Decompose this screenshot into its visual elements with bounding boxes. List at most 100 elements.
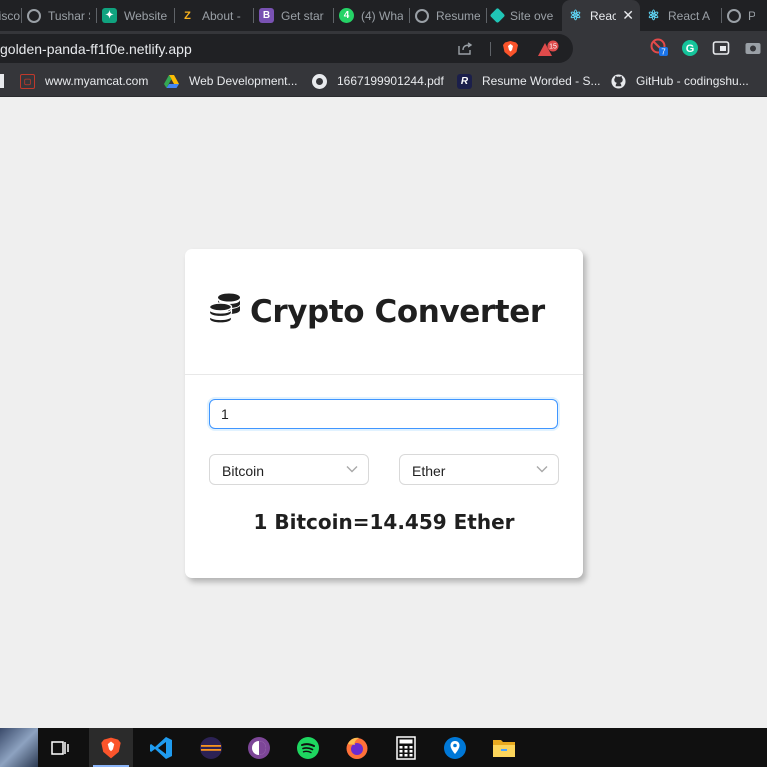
globe-icon (727, 8, 741, 23)
bookmark-label: Web Development... (189, 74, 298, 88)
tab-label: Disco (0, 8, 21, 23)
url-text[interactable]: golden-panda-ff1f0e.netlify.app (0, 41, 192, 57)
tab-resume[interactable]: Resume (409, 0, 486, 31)
grammarly-icon[interactable]: G (681, 39, 699, 57)
taskbar-tor[interactable] (237, 728, 281, 767)
converter-card: Crypto Converter Bitcoin Ether 1 Bitcoin… (185, 249, 583, 578)
task-view-icon (51, 740, 69, 755)
browser-tab-strip: Disco Tushar S ✦ Website Z About - B Get… (0, 0, 767, 31)
tab-label: About - (202, 8, 241, 23)
taskbar-calculator[interactable] (384, 728, 428, 767)
result-to: 14.459 Ether (369, 510, 515, 534)
tab-label: Reac (590, 8, 617, 23)
whatsapp-icon: 4 (339, 8, 354, 23)
chevron-down-icon (536, 466, 548, 473)
extension-badge: 7 (661, 48, 666, 57)
address-bar[interactable]: golden-panda-ff1f0e.netlify.app 15 (0, 34, 573, 63)
bootstrap-icon: B (259, 8, 274, 23)
tab-pra[interactable]: Pra (721, 0, 761, 31)
react-icon: ⚛ (647, 7, 660, 23)
from-currency-select[interactable]: Bitcoin (209, 454, 369, 485)
result-from: 1 Bitcoin (253, 510, 353, 534)
close-tab-icon[interactable]: ✕ (616, 7, 634, 24)
bookmark-resume-worded[interactable]: R Resume Worded - S... (457, 72, 601, 90)
tab-label: React A (668, 8, 711, 23)
bookmark-label: www.myamcat.com (45, 74, 149, 88)
page-title: Crypto Converter (250, 294, 545, 330)
svg-text:G: G (686, 43, 695, 55)
zoho-icon: Z (184, 9, 191, 22)
tab-discord[interactable]: Disco (0, 0, 21, 31)
browser-toolbar: golden-panda-ff1f0e.netlify.app 15 7 G (0, 31, 767, 66)
sidebar-icon[interactable] (712, 39, 730, 57)
globe-icon (312, 73, 327, 89)
bookmark-github[interactable]: GitHub - codingshu... (611, 72, 749, 90)
card-header: Crypto Converter (185, 249, 583, 375)
tab-label: Site ove (510, 8, 554, 23)
eclipse-icon (200, 736, 222, 759)
file-explorer-icon (493, 739, 515, 757)
bookmark-label: GitHub - codingshu... (636, 74, 749, 88)
tab-site-overview[interactable]: Site ove (486, 0, 562, 31)
taskbar-task-view[interactable] (38, 728, 82, 767)
tab-website[interactable]: ✦ Website (96, 0, 174, 31)
brave-shields-icon[interactable] (502, 40, 519, 58)
tab-react-active[interactable]: ⚛ Reac ✕ (562, 0, 640, 31)
github-icon (611, 73, 626, 89)
tab-label: Pra (748, 8, 755, 23)
bookmark-web-development[interactable]: Web Development... (164, 72, 298, 90)
tab-label: (4) Wha (361, 8, 403, 23)
calculator-icon (396, 735, 416, 760)
taskbar-vscode[interactable] (139, 728, 183, 767)
bookmarks-bar: ▢ www.myamcat.com Web Development... 166… (0, 66, 767, 97)
myamcat-icon: ▢ (20, 73, 35, 89)
bookmark-label: Resume Worded - S... (482, 74, 601, 88)
selected-value: Bitcoin (222, 463, 265, 479)
globe-icon (415, 8, 429, 23)
rewards-badge: 15 (549, 44, 557, 51)
taskbar-eclipse[interactable] (189, 728, 233, 767)
apps-icon (0, 74, 4, 88)
taskbar-file-explorer[interactable] (482, 728, 526, 767)
tab-whatsapp[interactable]: 4 (4) Wha (333, 0, 409, 31)
tab-label: Website (124, 8, 168, 23)
taskbar-maps[interactable] (433, 728, 477, 767)
chatgpt-icon: ✦ (102, 8, 117, 23)
tab-get-started[interactable]: B Get star (253, 0, 333, 31)
brave-icon (101, 737, 121, 758)
netlify-icon (489, 7, 506, 24)
tab-tushar[interactable]: Tushar S (21, 0, 96, 31)
bookmark-apps[interactable] (0, 72, 4, 90)
coins-icon (208, 293, 240, 324)
bookmark-myamcat[interactable]: ▢ www.myamcat.com (20, 72, 148, 90)
tab-about[interactable]: Z About - (174, 0, 253, 31)
selected-value: Ether (412, 463, 446, 479)
taskbar-spotify[interactable] (286, 728, 330, 767)
react-icon: ⚛ (569, 7, 582, 23)
tor-icon (248, 736, 270, 759)
bookmark-pdf[interactable]: 1667199901244.pdf (312, 72, 444, 90)
firefox-icon (346, 737, 368, 759)
bookmark-label: 1667199901244.pdf (337, 74, 444, 88)
tab-label: Get star (281, 8, 324, 23)
brave-rewards-icon[interactable]: 15 (537, 40, 559, 58)
wallpaper-thumbnail (0, 728, 38, 767)
globe-icon (27, 8, 41, 23)
amount-input[interactable] (209, 399, 558, 429)
taskbar-brave[interactable] (89, 728, 133, 767)
spotify-icon (297, 736, 319, 759)
share-icon[interactable] (458, 42, 473, 55)
resume-worded-icon: R (457, 73, 472, 89)
tab-react-app[interactable]: ⚛ React A (640, 0, 721, 31)
conversion-result: 1 Bitcoin=14.459 Ether (185, 510, 583, 534)
tab-label: Tushar S (48, 8, 90, 23)
os-taskbar (0, 728, 767, 767)
taskbar-firefox[interactable] (335, 728, 379, 767)
screenshot-icon[interactable] (744, 39, 762, 57)
divider (490, 42, 491, 56)
vscode-icon (150, 736, 172, 759)
maps-icon (444, 736, 466, 759)
google-drive-icon (164, 74, 179, 88)
to-currency-select[interactable]: Ether (399, 454, 559, 485)
vpn-extension-icon[interactable]: 7 (650, 38, 668, 56)
